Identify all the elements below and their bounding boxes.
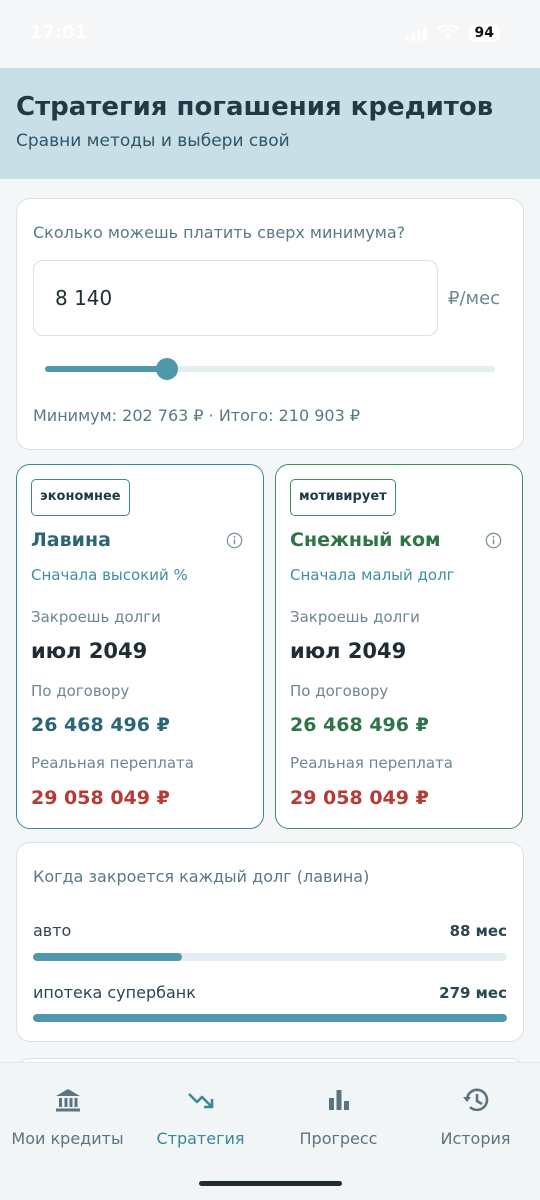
status-bar: 17:01 94 [0, 0, 540, 68]
strategy-name: Лавина [31, 529, 111, 551]
slider-thumb[interactable] [155, 358, 178, 380]
strategy-description: Сначала малый долг [290, 566, 455, 584]
debt-progress-fill [33, 1014, 507, 1022]
payment-summary: Минимум: 202 763 ₽ · Итого: 210 903 ₽ [33, 406, 361, 425]
debt-months: 88 мес [449, 922, 507, 940]
status-icons: 94 [404, 24, 500, 42]
wifi-icon [436, 25, 459, 39]
bank-icon [55, 1089, 80, 1112]
extra-payment-input[interactable]: 8 140 [33, 260, 438, 336]
history-icon [462, 1088, 488, 1112]
debt-progress-bar [33, 1014, 507, 1022]
nav-item-history[interactable]: История [408, 1063, 540, 1163]
debt-months: 279 мес [439, 984, 507, 1002]
battery-indicator: 94 [468, 24, 500, 42]
nav-item-strategy[interactable]: Стратегия [133, 1063, 268, 1163]
debt-name: авто [33, 921, 72, 940]
contract-value: 26 468 496 ₽ [31, 714, 170, 736]
debt-progress-fill [33, 953, 183, 961]
debt-progress-bar [33, 953, 507, 961]
nav-item-my-loans[interactable]: Мои кредиты [0, 1063, 135, 1163]
extra-payment-label: Сколько можешь платить сверх минимума? [33, 223, 406, 242]
overpay-label: Реальная переплата [290, 754, 453, 772]
overpay-label: Реальная переплата [31, 754, 194, 772]
info-icon[interactable] [226, 532, 243, 549]
debt-name: ипотека супербанк [33, 983, 196, 1002]
strategy-card-snowball[interactable]: мотивирует Снежный ком Сначала малый дол… [275, 464, 523, 829]
strategy-badge: экономнее [31, 479, 130, 516]
contract-label: По договору [31, 682, 130, 700]
status-time: 17:01 [30, 22, 88, 43]
strategy-name: Снежный ком [290, 529, 441, 551]
info-icon[interactable] [485, 532, 502, 549]
extra-payment-slider[interactable] [45, 358, 495, 380]
bottom-nav: Мои кредиты Стратегия Прогресс История [0, 1062, 540, 1200]
contract-value: 26 468 496 ₽ [290, 714, 429, 736]
bar-chart-icon [328, 1090, 349, 1110]
strategy-description: Сначала высокий % [31, 566, 188, 584]
nav-label: Мои кредиты [11, 1129, 124, 1148]
cellular-signal-icon [404, 25, 427, 41]
page-header: Стратегия погашения кредитов Сравни мето… [0, 68, 540, 179]
close-date-value: июл 2049 [31, 639, 148, 663]
close-date-label: Закроешь долги [290, 608, 420, 626]
nav-label: Стратегия [156, 1129, 245, 1148]
home-indicator [199, 1181, 342, 1186]
extra-payment-card: Сколько можешь платить сверх минимума? 8… [16, 198, 524, 450]
close-date-value: июл 2049 [290, 639, 407, 663]
slider-fill [45, 366, 167, 372]
contract-label: По договору [290, 682, 389, 700]
trending-down-icon [187, 1093, 213, 1109]
extra-payment-unit: ₽/мес [448, 288, 501, 309]
strategy-card-avalanche[interactable]: экономнее Лавина Сначала высокий % Закро… [16, 464, 264, 829]
page-subtitle: Сравни методы и выбери свой [16, 131, 290, 151]
page-title: Стратегия погашения кредитов [16, 92, 494, 122]
debt-closing-title: Когда закроется каждый долг (лавина) [33, 867, 370, 886]
overpay-value: 29 058 049 ₽ [31, 787, 170, 809]
nav-label: История [440, 1129, 511, 1148]
strategy-badge: мотивирует [290, 479, 396, 516]
debt-closing-card: Когда закроется каждый долг (лавина) авт… [16, 842, 524, 1042]
close-date-label: Закроешь долги [31, 608, 161, 626]
nav-label: Прогресс [299, 1129, 378, 1148]
nav-item-progress[interactable]: Прогресс [271, 1063, 406, 1163]
overpay-value: 29 058 049 ₽ [290, 787, 429, 809]
